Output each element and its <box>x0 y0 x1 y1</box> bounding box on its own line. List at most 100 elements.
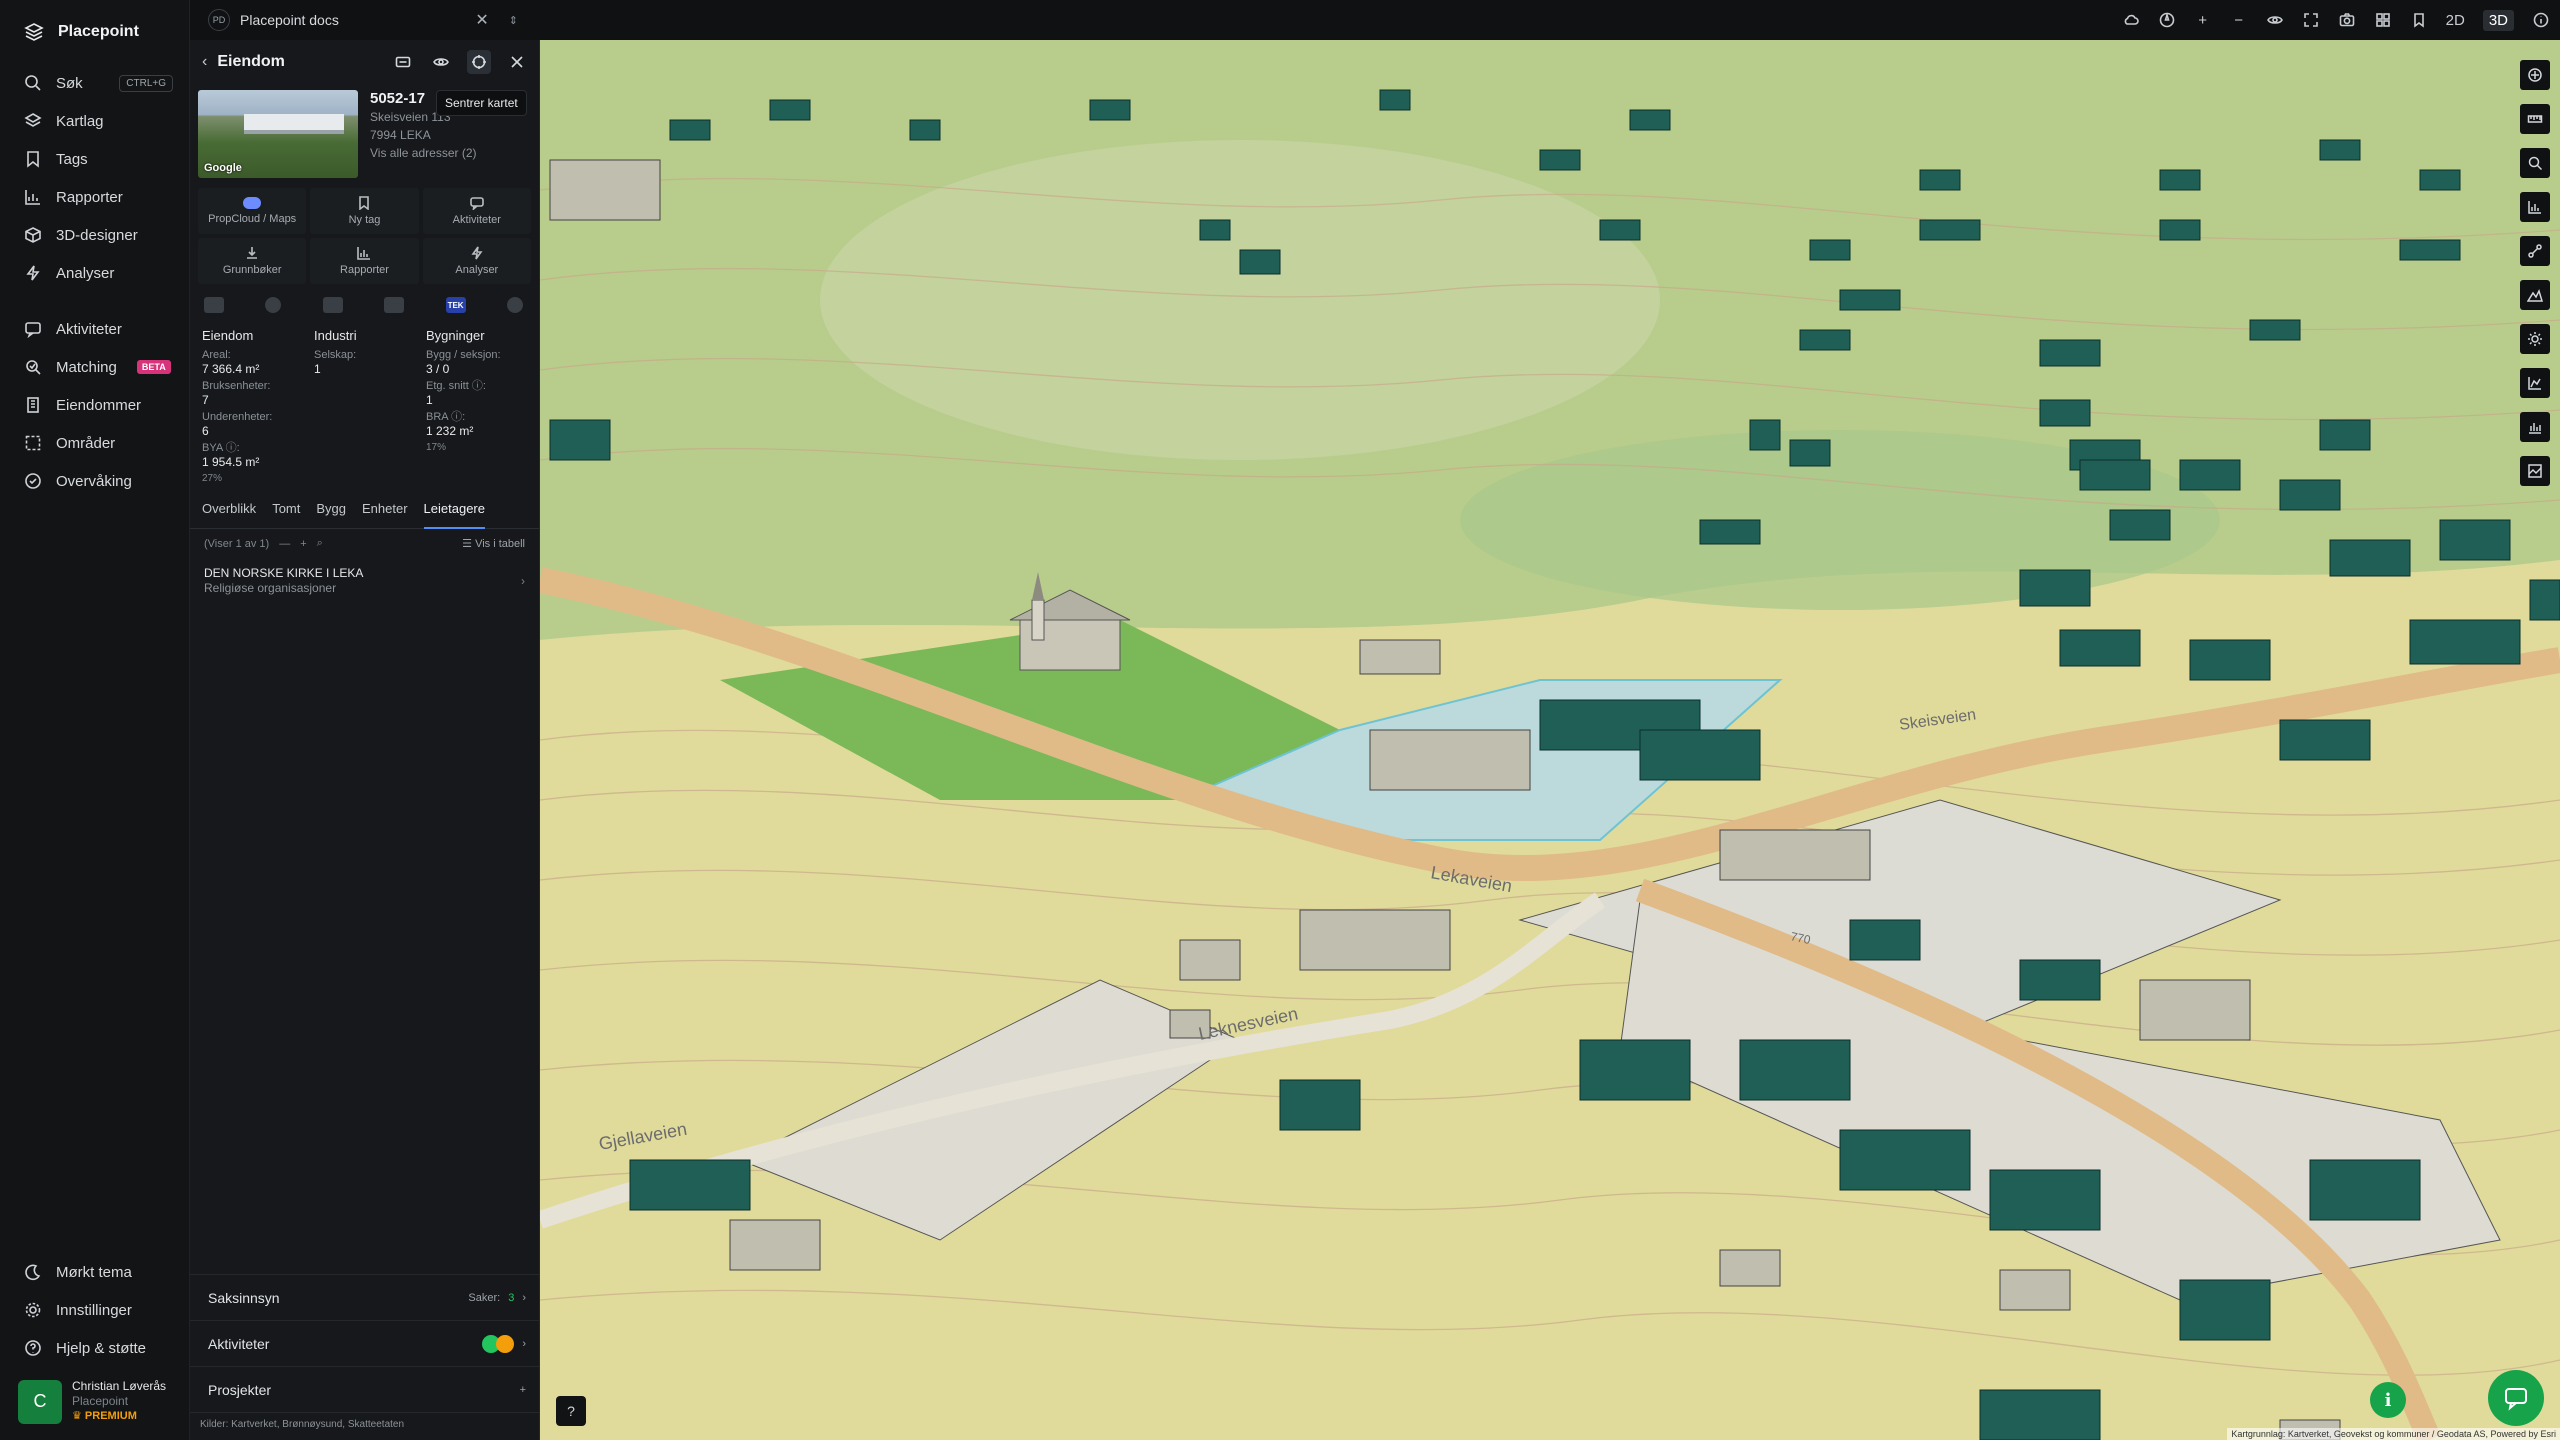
sector-6-icon[interactable] <box>506 297 523 313</box>
info-button[interactable]: i <box>2370 1382 2406 1418</box>
grid-icon[interactable] <box>2374 12 2392 28</box>
close-panel-button[interactable] <box>505 50 529 74</box>
prosjekter-row[interactable]: Prosjekter + <box>190 1366 540 1412</box>
stat-label: Etg. snitt ⓘ: <box>426 380 486 392</box>
tab-enheter[interactable]: Enheter <box>362 501 408 529</box>
street-view-thumbnail[interactable]: Google <box>198 90 358 178</box>
nav-item-tags[interactable]: Tags <box>0 140 189 178</box>
chat-icon <box>470 197 484 210</box>
aktiviteter-row[interactable]: Aktiviteter › <box>190 1320 540 1366</box>
profile-icon[interactable] <box>2520 368 2550 398</box>
source-bronnoysund[interactable]: Brønnøysund, <box>282 1419 345 1430</box>
find-area-icon[interactable] <box>2520 148 2550 178</box>
nav-item-rapporter[interactable]: Rapporter <box>0 178 189 216</box>
nav-item-label: Områder <box>56 434 116 452</box>
nav-item-search[interactable]: Søk CTRL+G <box>0 64 189 102</box>
stats-icon[interactable] <box>2520 192 2550 222</box>
map-terrain[interactable]: Lekaveien Leknesveien Skeisveien Gjellav… <box>540 40 2560 1440</box>
info-icon[interactable] <box>2532 12 2550 28</box>
nav-item-aktiviteter[interactable]: Aktiviteter <box>0 310 189 348</box>
panel-footer: Saksinnsyn Saker: 3 › Aktiviteter › Prosje… <box>190 1274 540 1440</box>
nav-item-label: Innstillinger <box>56 1301 132 1319</box>
nav-item-overvaking[interactable]: Overvåking <box>0 462 189 500</box>
center-map-button[interactable] <box>467 50 491 74</box>
tab-leietagere[interactable]: Leietagere <box>423 501 485 529</box>
cloud-icon[interactable] <box>2122 12 2140 28</box>
back-icon[interactable]: ‹ <box>202 53 207 71</box>
zoom-out-icon[interactable]: − <box>2230 12 2248 29</box>
bookmark-icon <box>359 196 370 210</box>
aktiviteter-label: Aktiviteter <box>208 1335 270 1352</box>
sector-2-icon[interactable] <box>265 297 282 313</box>
doc-360-icon[interactable] <box>391 50 415 74</box>
sector-bars-icon[interactable] <box>384 297 405 313</box>
source-skatteetaten[interactable]: Skatteetaten <box>348 1419 404 1430</box>
nav-item-eiendommer[interactable]: Eiendommer <box>0 386 189 424</box>
tab-tomt[interactable]: Tomt <box>272 501 300 529</box>
cloud-icon <box>243 197 262 209</box>
fullscreen-icon[interactable] <box>2302 12 2320 28</box>
add-project-icon[interactable]: + <box>520 1384 526 1396</box>
settings-link[interactable]: Innstillinger <box>0 1291 190 1329</box>
list-item[interactable]: DEN NORSKE KIRKE I LEKA Religiøse organi… <box>190 558 539 604</box>
action-label: PropCloud / Maps <box>208 213 297 225</box>
image-icon[interactable] <box>2520 456 2550 486</box>
collapse-icon[interactable]: — <box>279 538 290 550</box>
close-icon[interactable]: ✕ <box>475 10 488 30</box>
help-link[interactable]: Hjelp & støtte <box>0 1329 190 1367</box>
beta-badge: BETA <box>136 360 171 374</box>
nav-item-3d-designer[interactable]: 3D-designer <box>0 216 189 254</box>
source-kartverket[interactable]: Kartverket, <box>231 1419 279 1430</box>
bookmark-icon[interactable] <box>2410 12 2428 28</box>
nav-item-kartlag[interactable]: Kartlag <box>0 102 189 140</box>
activities-button[interactable]: Aktiviteter <box>422 188 531 234</box>
all-addresses-link[interactable]: Vis alle adresser (2) <box>370 144 477 162</box>
nav-item-label: Kartlag <box>56 112 104 130</box>
sector-3-icon[interactable] <box>322 297 343 313</box>
map-3d-view[interactable]: Lekaveien Leknesveien Skeisveien Gjellav… <box>540 40 2560 1440</box>
bar-chart-icon[interactable] <box>2520 412 2550 442</box>
saksinnsyn-row[interactable]: Saksinnsyn Saker: 3 › <box>190 1274 540 1320</box>
nav-item-matching[interactable]: Matching BETA <box>0 348 189 386</box>
sector-tek-icon[interactable]: TEK <box>445 297 466 313</box>
nav-item-omrader[interactable]: Områder <box>0 424 189 462</box>
map-toolbar: + − 2D 3D <box>2122 0 2550 40</box>
stat-value: 7 366.4 m² <box>202 362 260 376</box>
list-icon: ☰ <box>462 538 476 550</box>
map-attribution: Kartgrunnlag: Kartverket, Geovekst og ko… <box>2227 1428 2560 1440</box>
search-icon[interactable]: ⌕ <box>317 537 323 550</box>
camera-icon[interactable] <box>2338 12 2356 28</box>
nav-item-analyser[interactable]: Analyser <box>0 254 189 292</box>
show-in-table-button[interactable]: ☰ Vis i tabell <box>462 537 525 550</box>
chevron-updown-icon[interactable]: ⇕ <box>509 14 518 27</box>
user-profile[interactable]: C Christian Løverås Placepoint ♛ PREMIUM <box>0 1367 190 1440</box>
document-tab[interactable]: PD Placepoint docs ✕ ⇕ <box>190 0 530 40</box>
stats-industri: Industri Selskap: 1 <box>314 328 426 487</box>
mode-2d-button[interactable]: 2D <box>2446 12 2465 29</box>
propcloud-button[interactable]: PropCloud / Maps <box>198 188 307 234</box>
eye-icon[interactable] <box>2266 12 2284 28</box>
sector-1-icon[interactable] <box>204 297 224 313</box>
new-tag-button[interactable]: Ny tag <box>310 188 419 234</box>
brand[interactable]: Placepoint <box>0 0 189 64</box>
route-icon[interactable] <box>2520 236 2550 266</box>
land-register-button[interactable]: Grunnbøker <box>198 238 307 284</box>
tab-bygg[interactable]: Bygg <box>316 501 346 529</box>
action-label: Grunnbøker <box>222 264 282 276</box>
compass-icon[interactable] <box>2158 12 2176 28</box>
layer-tool-icon[interactable] <box>2520 60 2550 90</box>
chat-button[interactable] <box>2488 1370 2544 1426</box>
measure-icon[interactable] <box>2520 104 2550 134</box>
zoom-in-icon[interactable]: + <box>2194 12 2212 29</box>
eye-icon[interactable] <box>429 50 453 74</box>
reports-button[interactable]: Rapporter <box>310 238 419 284</box>
help-button[interactable]: ? <box>556 1396 586 1426</box>
sun-icon[interactable] <box>2520 324 2550 354</box>
activity-icon <box>25 322 41 338</box>
analyses-button[interactable]: Analyser <box>422 238 531 284</box>
mode-3d-button[interactable]: 3D <box>2482 9 2514 31</box>
tab-overblikk[interactable]: Overblikk <box>202 501 256 529</box>
add-icon[interactable]: + <box>300 538 306 550</box>
elevation-icon[interactable] <box>2520 280 2550 310</box>
dark-theme-toggle[interactable]: Mørkt tema <box>0 1253 190 1291</box>
